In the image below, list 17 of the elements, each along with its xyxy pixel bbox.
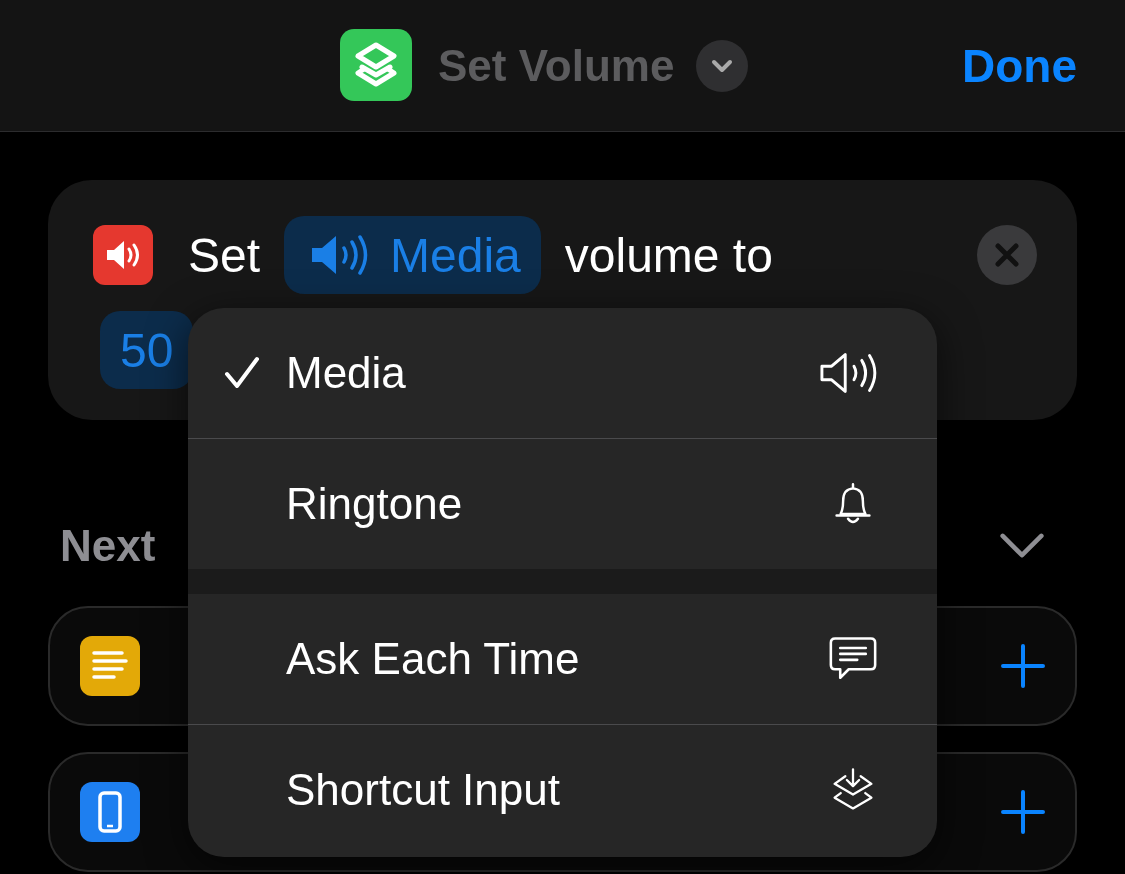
chevron-down-icon[interactable] [999,532,1045,560]
action-text: Set [188,227,261,283]
done-button[interactable]: Done [962,38,1077,93]
speaker-icon [93,225,153,285]
add-icon[interactable] [1001,790,1045,834]
checkmark-icon [224,355,260,391]
chevron-down-button[interactable] [696,39,749,92]
action-text: volume to [564,227,773,283]
volume-type-token[interactable]: Media [284,216,541,294]
menu-item[interactable]: Shortcut Input [188,724,937,855]
add-icon[interactable] [1001,644,1045,688]
phone-icon [80,782,140,842]
section-heading: Next [60,521,156,571]
volume-value-token[interactable]: 50 [100,311,194,389]
shortcuts-app-icon [340,28,412,101]
text-lines-icon [80,636,140,696]
menu-item[interactable]: Ask Each Time [188,594,937,724]
